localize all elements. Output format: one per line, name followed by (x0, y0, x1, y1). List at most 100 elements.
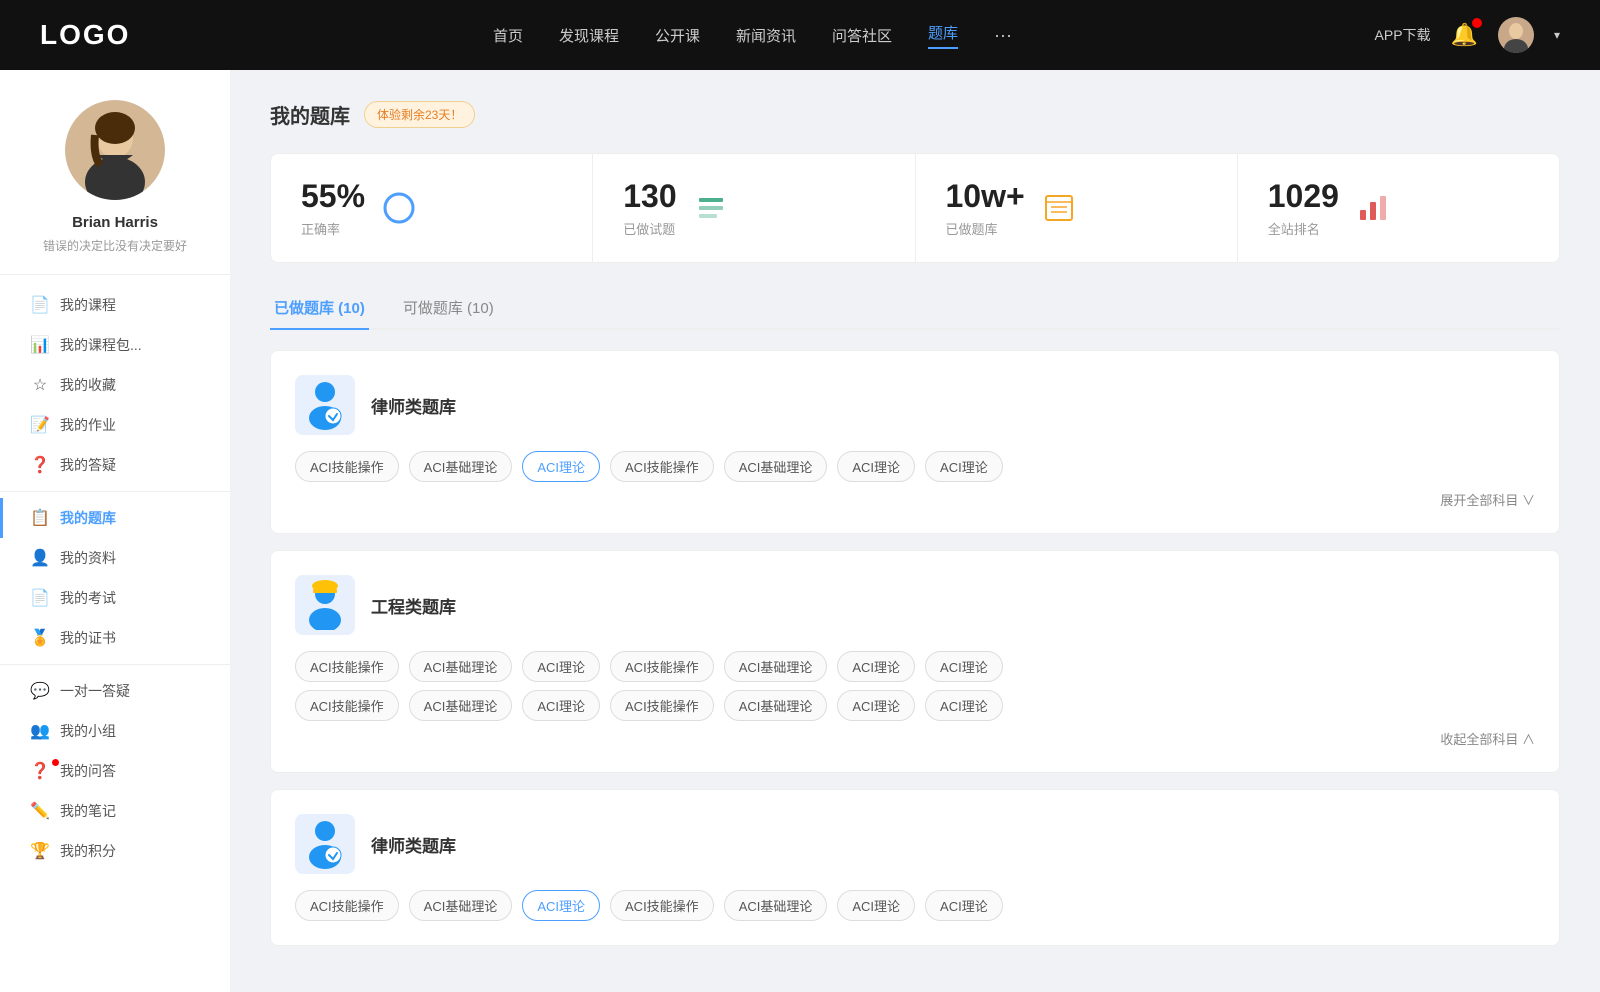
tabs-row: 已做题库 (10) 可做题库 (10) (270, 287, 1560, 330)
tag-eng-12[interactable]: ACI理论 (837, 690, 915, 721)
list-chart-icon (693, 190, 729, 226)
nav-item-bank[interactable]: 题库 (928, 22, 958, 49)
pie-chart-icon (381, 190, 417, 226)
tag-lawyer-1-4[interactable]: ACI基础理论 (724, 451, 828, 482)
nav-item-courses[interactable]: 发现课程 (559, 25, 619, 46)
sidebar-item-favorites[interactable]: ☆ 我的收藏 (0, 365, 230, 405)
tag-lawyer2-6[interactable]: ACI理论 (925, 890, 1003, 921)
tag-lawyer-1-1[interactable]: ACI基础理论 (409, 451, 513, 482)
nav-item-qa[interactable]: 问答社区 (832, 25, 892, 46)
homework-icon: 📝 (30, 415, 50, 435)
avatar[interactable] (1498, 17, 1534, 53)
bank-engineer-tags-row2: ACI技能操作 ACI基础理论 ACI理论 ACI技能操作 ACI基础理论 AC… (295, 690, 1535, 721)
tag-lawyer-1-5[interactable]: ACI理论 (837, 451, 915, 482)
notes-icon: ✏️ (30, 801, 50, 821)
expand-lawyer-1-link[interactable]: 展开全部科目 ∨ (295, 490, 1535, 509)
bank-card-engineer: 工程类题库 ACI技能操作 ACI基础理论 ACI理论 ACI技能操作 ACI基… (270, 550, 1560, 773)
user-avatar-image (65, 100, 165, 200)
sidebar-item-question-bank[interactable]: 📋 我的题库 (0, 498, 230, 538)
group-icon: 👥 (30, 721, 50, 741)
tag-eng-4[interactable]: ACI基础理论 (724, 651, 828, 682)
tab-done[interactable]: 已做题库 (10) (270, 287, 369, 328)
engineer-person-icon (303, 580, 347, 630)
nav-item-open[interactable]: 公开课 (655, 25, 700, 46)
tag-lawyer-1-2[interactable]: ACI理论 (522, 451, 600, 482)
tag-eng-10[interactable]: ACI技能操作 (610, 690, 714, 721)
sidebar-item-questions[interactable]: ❓ 我的问答 (0, 751, 230, 791)
stat-done-questions-value: 130 (623, 178, 676, 215)
tag-eng-9[interactable]: ACI理论 (522, 690, 600, 721)
sidebar-item-profile[interactable]: 👤 我的资料 (0, 538, 230, 578)
sidebar-divider-2 (0, 664, 230, 665)
stat-done-banks-label: 已做题库 (946, 219, 1025, 238)
tag-eng-13[interactable]: ACI理论 (925, 690, 1003, 721)
tag-eng-7[interactable]: ACI技能操作 (295, 690, 399, 721)
sidebar-item-certificate[interactable]: 🏅 我的证书 (0, 618, 230, 658)
tutoring-icon: 💬 (30, 681, 50, 701)
bank-lawyer-1-icon (295, 375, 355, 435)
bank-lawyer-1-name: 律师类题库 (371, 393, 456, 418)
favorites-icon: ☆ (30, 375, 50, 395)
sidebar-item-course-packages[interactable]: 📊 我的课程包... (0, 325, 230, 365)
tag-eng-3[interactable]: ACI技能操作 (610, 651, 714, 682)
profile-icon: 👤 (30, 548, 50, 568)
tag-eng-0[interactable]: ACI技能操作 (295, 651, 399, 682)
courses-icon: 📄 (30, 295, 50, 315)
sidebar-item-my-courses[interactable]: 📄 我的课程 (0, 285, 230, 325)
lawyer-person-icon-2 (303, 819, 347, 869)
tag-eng-1[interactable]: ACI基础理论 (409, 651, 513, 682)
bank-lawyer-1-tags: ACI技能操作 ACI基础理论 ACI理论 ACI技能操作 ACI基础理论 AC… (295, 451, 1535, 482)
bank-card-lawyer-1: 律师类题库 ACI技能操作 ACI基础理论 ACI理论 ACI技能操作 ACI基… (270, 350, 1560, 534)
tag-lawyer-1-3[interactable]: ACI技能操作 (610, 451, 714, 482)
sidebar-item-exam[interactable]: 📄 我的考试 (0, 578, 230, 618)
tag-lawyer2-1[interactable]: ACI基础理论 (409, 890, 513, 921)
tag-lawyer2-4[interactable]: ACI基础理论 (724, 890, 828, 921)
tag-lawyer2-0[interactable]: ACI技能操作 (295, 890, 399, 921)
tag-eng-2[interactable]: ACI理论 (522, 651, 600, 682)
certificate-icon: 🏅 (30, 628, 50, 648)
sidebar-item-homework[interactable]: 📝 我的作业 (0, 405, 230, 445)
tag-lawyer2-3[interactable]: ACI技能操作 (610, 890, 714, 921)
app-download-link[interactable]: APP下载 (1375, 25, 1431, 45)
notification-bell[interactable]: 🔔 (1451, 22, 1478, 48)
trial-badge: 体验剩余23天！ (364, 101, 475, 128)
tag-eng-8[interactable]: ACI基础理论 (409, 690, 513, 721)
stat-done-banks-value: 10w+ (946, 178, 1025, 215)
user-avatar (65, 100, 165, 200)
tag-lawyer-1-0[interactable]: ACI技能操作 (295, 451, 399, 482)
tag-lawyer2-2[interactable]: ACI理论 (522, 890, 600, 921)
nav-more-icon[interactable]: ··· (994, 25, 1012, 46)
bank-engineer-name: 工程类题库 (371, 593, 456, 618)
stat-accuracy-icon (381, 190, 417, 226)
page-title: 我的题库 (270, 100, 350, 129)
tab-available[interactable]: 可做题库 (10) (399, 287, 498, 328)
bank-lawyer-2-icon (295, 814, 355, 874)
bank-lawyer-2-name: 律师类题库 (371, 832, 456, 857)
avatar-dropdown-arrow[interactable]: ▾ (1554, 28, 1560, 42)
user-name: Brian Harris (72, 214, 158, 231)
tag-eng-6[interactable]: ACI理论 (925, 651, 1003, 682)
tag-lawyer-1-6[interactable]: ACI理论 (925, 451, 1003, 482)
nav-item-news[interactable]: 新闻资讯 (736, 25, 796, 46)
tag-eng-5[interactable]: ACI理论 (837, 651, 915, 682)
sidebar-item-points[interactable]: 🏆 我的积分 (0, 831, 230, 871)
bank-card-engineer-header: 工程类题库 (295, 575, 1535, 635)
tag-eng-11[interactable]: ACI基础理论 (724, 690, 828, 721)
stat-ranking-label: 全站排名 (1268, 219, 1339, 238)
sidebar-item-tutoring[interactable]: 💬 一对一答疑 (0, 671, 230, 711)
bank-engineer-tags-row1: ACI技能操作 ACI基础理论 ACI理论 ACI技能操作 ACI基础理论 AC… (295, 651, 1535, 682)
tag-lawyer2-5[interactable]: ACI理论 (837, 890, 915, 921)
stat-accuracy-value: 55% (301, 178, 365, 215)
collapse-engineer-link[interactable]: 收起全部科目 ∧ (295, 729, 1535, 748)
stat-done-banks-text: 10w+ 已做题库 (946, 178, 1025, 238)
nav-item-home[interactable]: 首页 (493, 25, 523, 46)
sidebar-menu: 📄 我的课程 📊 我的课程包... ☆ 我的收藏 📝 我的作业 ❓ 我的答疑 � (0, 275, 230, 881)
sidebar-item-notes[interactable]: ✏️ 我的笔记 (0, 791, 230, 831)
exam-icon: 📄 (30, 588, 50, 608)
packages-icon: 📊 (30, 335, 50, 355)
sidebar-item-my-qa[interactable]: ❓ 我的答疑 (0, 445, 230, 485)
logo: LOGO (40, 19, 130, 51)
stats-row: 55% 正确率 130 已做试题 (270, 153, 1560, 263)
sidebar-item-group[interactable]: 👥 我的小组 (0, 711, 230, 751)
bar-icon-svg (1357, 192, 1389, 224)
